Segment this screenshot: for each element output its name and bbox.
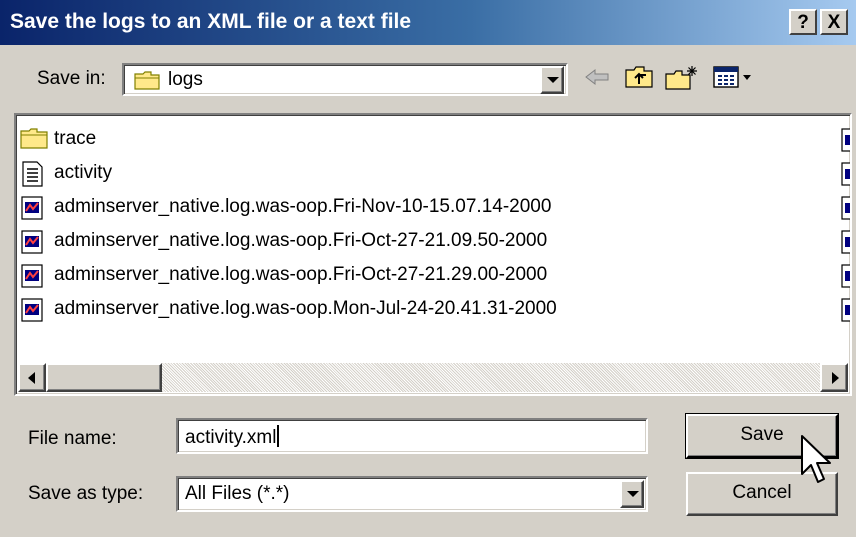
log-file-icon	[20, 297, 44, 329]
log-file-icon	[20, 195, 44, 227]
save-in-dropdown-button[interactable]	[540, 66, 564, 94]
save-in-label: Save in:	[37, 68, 106, 89]
text-caret	[277, 425, 280, 447]
up-one-level-icon[interactable]	[624, 64, 656, 90]
file-name: trace	[54, 128, 97, 149]
file-name-label: File name:	[28, 428, 117, 449]
back-arrow-icon[interactable]	[582, 64, 612, 90]
file-name-value: activity.xml	[185, 427, 277, 448]
save-as-type-label: Save as type:	[28, 483, 144, 504]
save-in-combo[interactable]: logs	[122, 63, 568, 96]
log-file-icon	[20, 229, 44, 261]
log-file-icon	[841, 230, 850, 254]
file-name: adminserver_native.log.was-oop.Mon-Jul-2…	[54, 298, 557, 319]
scroll-left-button[interactable]	[18, 363, 46, 392]
save-as-type-combo[interactable]: All Files (*.*)	[176, 476, 648, 512]
file-name: adminserver_native.log.was-oop.Fri-Oct-2…	[54, 264, 548, 285]
log-file-icon	[841, 196, 850, 220]
file-name: adminserver_native.log.was-oop.Fri-Nov-1…	[54, 196, 552, 217]
file-name-field[interactable]: activity.xml	[176, 418, 648, 454]
file-name: adminserver_native.log.was-oop.Fri-Oct-2…	[54, 230, 548, 251]
folder-icon	[20, 127, 48, 155]
file-list[interactable]: trace activity adminserver_native.log.wa…	[14, 113, 852, 396]
log-file-icon	[841, 128, 850, 152]
help-button[interactable]: ?	[789, 9, 817, 35]
save-as-type-dropdown-button[interactable]	[620, 480, 644, 508]
scroll-right-button[interactable]	[820, 363, 848, 392]
log-file-icon	[20, 263, 44, 295]
horizontal-scrollbar[interactable]	[18, 363, 848, 392]
create-new-folder-icon[interactable]	[664, 64, 700, 90]
save-as-type-value: All Files (*.*)	[185, 483, 290, 504]
text-file-icon	[20, 161, 44, 193]
folder-icon	[134, 70, 160, 96]
scroll-thumb[interactable]	[46, 363, 162, 392]
save-in-value: logs	[168, 69, 203, 90]
window-title: Save the logs to an XML file or a text f…	[10, 10, 412, 33]
log-file-icon	[841, 264, 850, 288]
mouse-pointer-icon	[800, 434, 836, 496]
log-file-icon	[841, 298, 850, 322]
view-menu-icon[interactable]	[712, 64, 760, 90]
close-button[interactable]: X	[820, 9, 848, 35]
file-name: activity	[54, 162, 113, 183]
title-bar: Save the logs to an XML file or a text f…	[0, 0, 856, 45]
log-file-icon	[841, 162, 850, 186]
